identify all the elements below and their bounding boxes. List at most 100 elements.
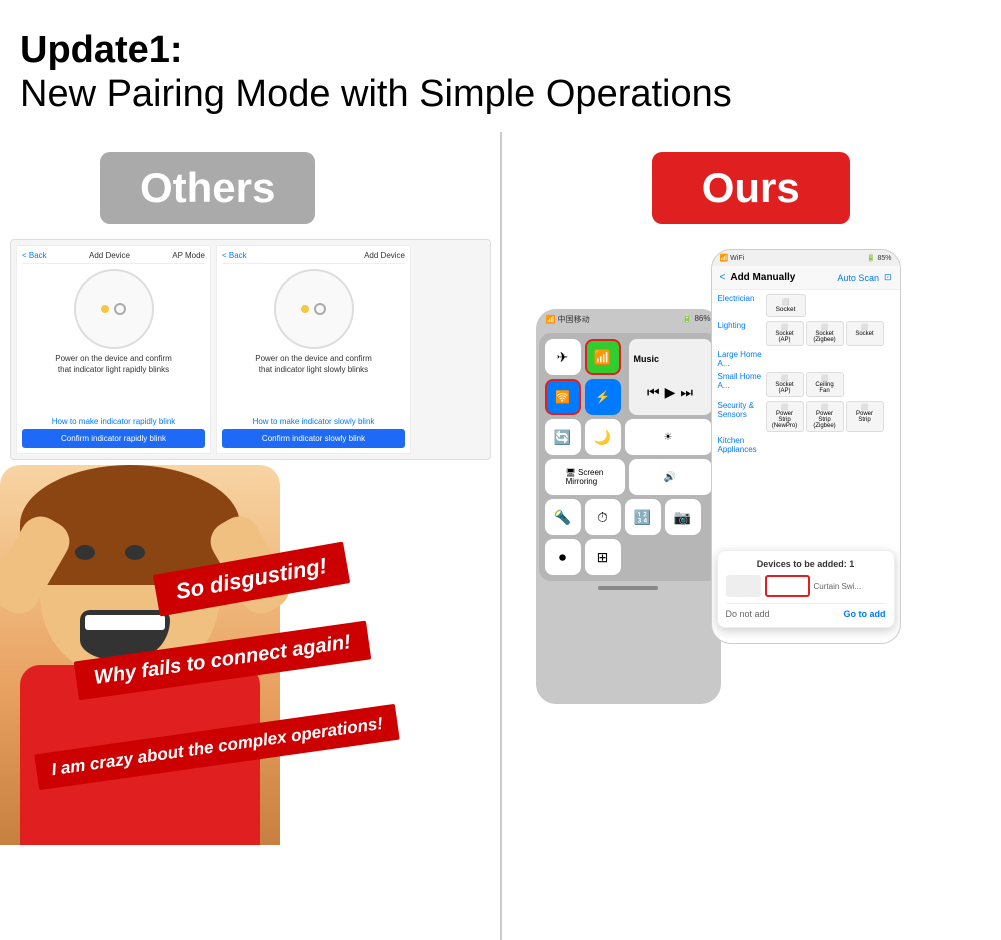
socket-item[interactable]: ⬜Socket — [766, 294, 806, 317]
cat-items-small: ⬜Socket(AP) ⬜CeilingFan — [766, 372, 844, 397]
title-line2: New Pairing Mode with Simple Operations — [20, 72, 981, 118]
cc-left-grid: ✈ 📶 🛜 ⚡ — [545, 339, 625, 415]
devices-dialog-title: Devices to be added: 1 — [726, 559, 886, 569]
ios-status-bar: 📶 中国移动 🔋 86% — [536, 309, 721, 330]
next-btn[interactable]: ⏭ — [680, 384, 693, 401]
device-red-box — [765, 575, 810, 597]
screen1-header: < Back Add Device AP Mode — [22, 251, 205, 264]
yellow-dot-1 — [101, 305, 109, 313]
socket-zigbee-item[interactable]: ⬜Socket(Zigbee) — [806, 321, 844, 346]
tuya-expand-btn[interactable]: ⊡ — [884, 272, 892, 283]
go-to-add-btn[interactable]: Go to add — [844, 609, 886, 619]
devices-dialog: Devices to be added: 1 Curtain Swi... Do… — [717, 550, 895, 628]
torch-btn[interactable]: 🔦 — [545, 499, 581, 535]
caption-1: Power on the device and confirmthat indi… — [22, 354, 205, 375]
cat-lighting: Lighting ⬜Socket(AP) ⬜Socket(Zigbee) ⬜So… — [718, 321, 894, 346]
power-strip-1[interactable]: ⬜Power Strip (NewPro) — [766, 401, 804, 432]
cc-row-2: 🔄 🌙 ☀ — [545, 419, 712, 455]
cat-label-small: Small Home A... — [718, 372, 766, 390]
ap-mode-label: AP Mode — [172, 251, 205, 260]
screen-slow-blink: < Back Add Device Power on the device an… — [216, 245, 411, 454]
cat-items-lighting: ⬜Socket(AP) ⬜Socket(Zigbee) ⬜Socket — [766, 321, 884, 346]
device-thumbnail — [726, 575, 761, 597]
cc-row-5: ⏺ ⊞ — [545, 539, 712, 575]
calc-btn[interactable]: 🔢 — [625, 499, 661, 535]
screen-mirror-btn[interactable]: 🖥 ScreenMirroring — [545, 459, 625, 495]
socket-item-2[interactable]: ⬜Socket — [846, 321, 884, 346]
device-row: Curtain Swi... — [726, 575, 886, 597]
device-icon-1 — [74, 269, 154, 349]
confirm-btn-1[interactable]: Confirm indicator rapidly blink — [22, 429, 205, 448]
tuya-back-btn[interactable]: < — [720, 272, 726, 283]
back-btn-1: < Back — [22, 251, 47, 260]
socket-ap-item[interactable]: ⬜Socket(AP) — [766, 321, 804, 346]
timer-btn[interactable]: ⏱ — [585, 499, 621, 535]
ring-icon-1 — [114, 303, 126, 315]
cat-label-electrician: Electrician — [718, 294, 766, 303]
cc-row-4: 🔦 ⏱ 🔢 📷 — [545, 499, 712, 535]
ring-icon-2 — [314, 303, 326, 315]
cat-security: Security & Sensors ⬜Power Strip (NewPro)… — [718, 401, 894, 432]
device-label: Curtain Swi... — [814, 582, 862, 591]
header-section: Update1: New Pairing Mode with Simple Op… — [0, 0, 1001, 132]
tuya-auto-scan[interactable]: Auto Scan — [837, 273, 879, 283]
how-to-link-2[interactable]: How to make indicator slowly blink — [222, 417, 405, 426]
cat-kitchen: Kitchen Appliances — [718, 436, 894, 454]
cat-small-home: Small Home A... ⬜Socket(AP) ⬜CeilingFan — [718, 372, 894, 397]
cat-label-security: Security & Sensors — [718, 401, 766, 419]
back-btn-2: < Back — [222, 251, 247, 260]
title-line1: Update1: — [20, 30, 981, 72]
ceiling-fan-item[interactable]: ⬜CeilingFan — [806, 372, 844, 397]
tuya-status-bar: 📶 WiFi 🔋 85% — [712, 250, 900, 266]
screen1-title: Add Device — [89, 251, 130, 260]
ours-badge: Ours — [652, 152, 850, 224]
music-controls: ⏮ ▶ ⏭ — [634, 384, 707, 401]
music-label: Music — [634, 354, 707, 364]
right-panel: Ours 📶 中国移动 🔋 86% ✈ — [501, 132, 1001, 940]
airplane-btn[interactable]: ✈ — [545, 339, 581, 375]
volume-slider[interactable]: 🔊 — [629, 459, 712, 495]
record-btn[interactable]: ⏺ — [545, 539, 581, 575]
music-widget: Music ⏮ ▶ ⏭ — [629, 339, 712, 415]
do-not-add-btn[interactable]: Do not add — [726, 609, 770, 619]
dialog-actions: Do not add Go to add — [726, 603, 886, 619]
home-indicator — [598, 586, 658, 590]
yellow-dot-2 — [301, 305, 309, 313]
others-badge: Others — [100, 152, 315, 224]
power-strip-3[interactable]: ⬜Power Strip — [846, 401, 884, 432]
screen2-title: Add Device — [364, 251, 405, 260]
screen2-header: < Back Add Device — [222, 251, 405, 264]
cat-label-lighting: Lighting — [718, 321, 766, 330]
brightness-slider[interactable]: ☀ — [625, 419, 712, 455]
content-area: Others < Back Add Device AP Mode Power o… — [0, 132, 1001, 940]
confirm-btn-2[interactable]: Confirm indicator slowly blink — [222, 429, 405, 448]
left-panel: Others < Back Add Device AP Mode Power o… — [0, 132, 501, 940]
cc-row-3: 🖥 ScreenMirroring 🔊 — [545, 459, 712, 495]
carrier-label: 📶 中国移动 — [546, 314, 590, 325]
tuya-header: < Add Manually Auto Scan ⊡ — [712, 266, 900, 290]
wifi-icon-btn[interactable]: 🛜 — [545, 379, 581, 415]
cat-label-kitchen: Kitchen Appliances — [718, 436, 766, 454]
power-strip-2[interactable]: ⬜Power Strip (Zigbee) — [806, 401, 844, 432]
ios-phone: 📶 中国移动 🔋 86% ✈ 📶 � — [536, 309, 721, 704]
play-btn[interactable]: ▶ — [665, 384, 676, 401]
bluetooth-btn[interactable]: ⚡ — [585, 379, 621, 415]
camera-btn[interactable]: 📷 — [665, 499, 701, 535]
how-to-link-1[interactable]: How to make indicator rapidly blink — [22, 417, 205, 426]
tuya-phone: 📶 WiFi 🔋 85% < Add Manually Auto Scan ⊡ … — [711, 249, 901, 644]
screen-rapid-blink: < Back Add Device AP Mode Power on the d… — [16, 245, 211, 454]
socket-ap-item2[interactable]: ⬜Socket(AP) — [766, 372, 804, 397]
battery-label: 🔋 86% — [682, 314, 710, 325]
rotation-btn[interactable]: 🔄 — [545, 419, 581, 455]
cat-items-electrician: ⬜Socket — [766, 294, 806, 317]
cc-row-1: ✈ 📶 🛜 ⚡ Music ⏮ — [545, 339, 712, 415]
control-center: ✈ 📶 🛜 ⚡ Music ⏮ — [539, 333, 718, 581]
wifi-btn[interactable]: 📶 — [585, 339, 621, 375]
qr-btn[interactable]: ⊞ — [585, 539, 621, 575]
device-icon-2 — [274, 269, 354, 349]
prev-btn[interactable]: ⏮ — [647, 384, 660, 401]
tuya-title: Add Manually — [730, 272, 795, 283]
dnd-btn[interactable]: 🌙 — [585, 419, 621, 455]
category-section: Electrician ⬜Socket Lighting ⬜Socket(AP)… — [712, 290, 900, 520]
cat-items-security: ⬜Power Strip (NewPro) ⬜Power Strip (Zigb… — [766, 401, 884, 432]
